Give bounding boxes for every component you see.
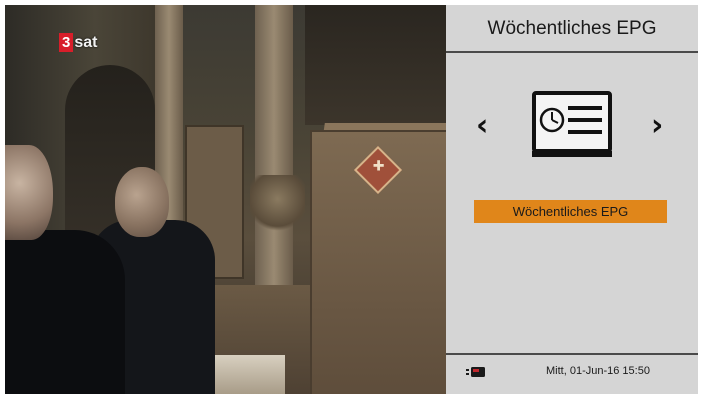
video-scene-garland [250,175,305,235]
video-scene-person-head [5,145,53,240]
channel-logo: 3 sat [59,33,97,52]
date-time: Mitt, 01-Jun-16 15:50 [546,365,650,377]
channel-logo-number: 3 [59,33,74,52]
next-arrow-icon[interactable]: › [651,111,663,141]
selected-menu-item[interactable]: Wöchentliches EPG [474,200,667,223]
tv-screen: 3 sat Wöchentliches EPG ‹ › Wöchentliche… [5,5,698,394]
footer-divider [446,353,698,355]
channel-logo-text: sat [74,33,98,51]
connection-status-icon [466,367,485,377]
previous-arrow-icon[interactable]: ‹ [476,111,488,141]
menu-title: Wöchentliches EPG [487,18,657,39]
epg-menu-panel: Wöchentliches EPG ‹ › Wöchentliches EPG … [446,5,698,394]
live-video: 3 sat [5,5,446,394]
video-scene-person [5,230,125,394]
title-divider [446,51,698,53]
video-scene-person-head [115,167,169,237]
video-scene-shadow [305,5,446,125]
epg-schedule-icon [532,91,612,157]
